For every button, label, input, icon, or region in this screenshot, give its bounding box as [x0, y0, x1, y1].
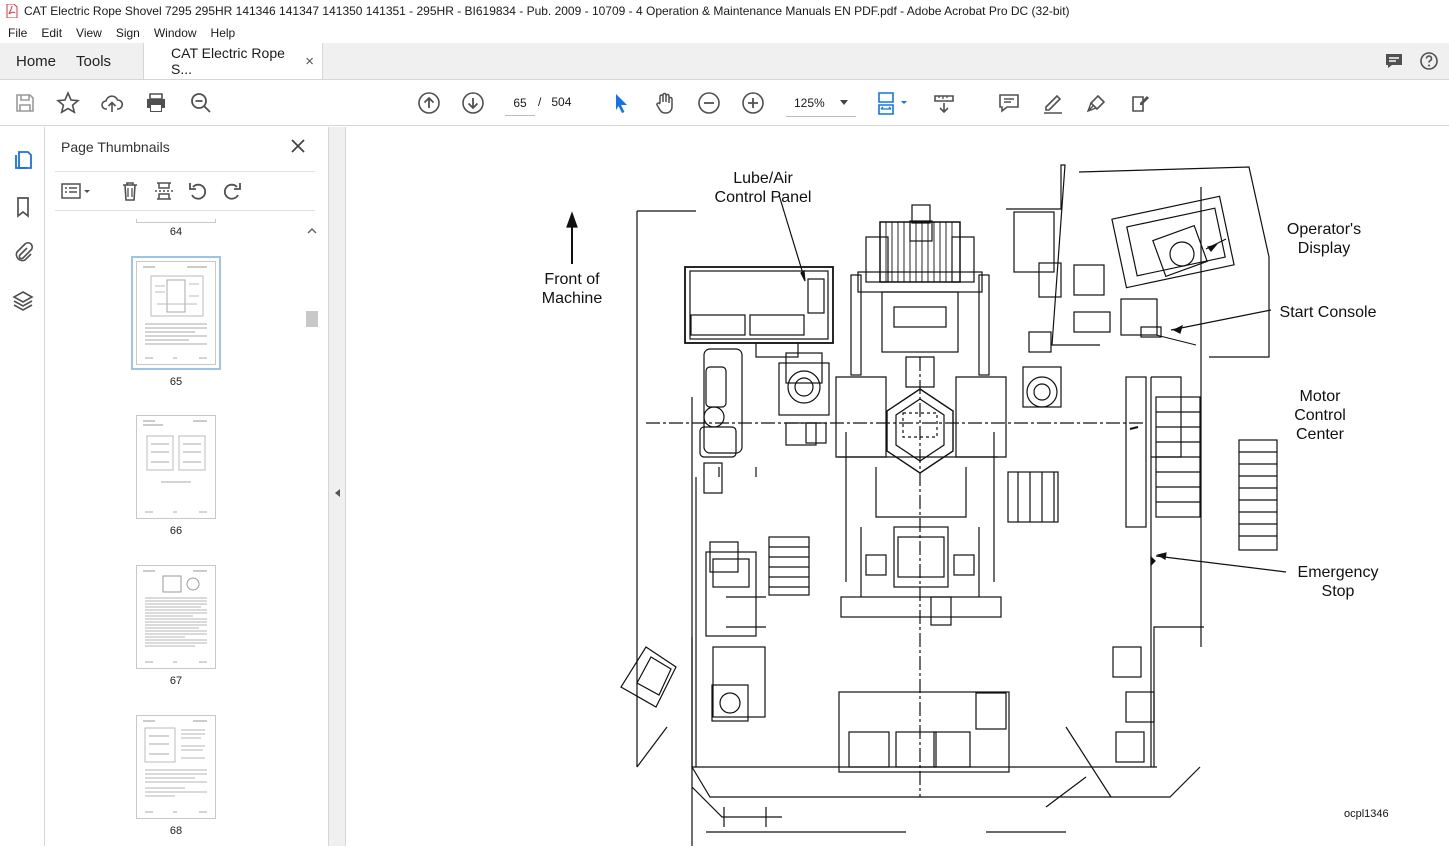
thumbnail-page-66[interactable]	[136, 415, 216, 519]
menu-edit[interactable]: Edit	[41, 26, 62, 40]
thumbnail-options-menu[interactable]	[59, 180, 93, 202]
document-view[interactable]: Lube/Air Control Panel Front of Machine …	[346, 127, 1449, 846]
zoom-out-icon[interactable]	[697, 91, 721, 115]
comment-bubble-icon[interactable]	[1383, 50, 1405, 72]
tab-bar: Home Tools CAT Electric Rope S... ×	[0, 43, 1449, 80]
thumbnail-label: 68	[169, 825, 183, 837]
rotate-left-icon[interactable]	[187, 180, 209, 202]
chevron-left-icon	[335, 489, 340, 497]
layers-icon[interactable]	[11, 289, 35, 313]
page-fit-icon[interactable]	[876, 91, 912, 115]
redact-edit-icon[interactable]	[1129, 91, 1153, 115]
main-toolbar	[0, 80, 1449, 126]
thumbnail-page-64[interactable]	[136, 219, 216, 223]
panel-title: Page Thumbnails	[61, 139, 170, 155]
attachments-paperclip-icon[interactable]	[11, 240, 35, 264]
label-operators-display: Operator's Display	[1286, 221, 1362, 257]
collapse-panel-handle[interactable]	[329, 127, 346, 846]
page-separator: /	[538, 95, 542, 109]
zoom-search-icon[interactable]	[189, 91, 213, 115]
comment-icon[interactable]	[997, 91, 1021, 115]
label-front-of-machine: Front of Machine	[541, 271, 603, 307]
page-thumbnails-icon[interactable]	[11, 148, 35, 172]
current-page-input[interactable]: 65	[505, 90, 535, 116]
label-motor-control-center: Motor Control Center	[1294, 388, 1346, 443]
close-panel-icon[interactable]	[289, 137, 307, 155]
zoom-value: 125%	[794, 95, 825, 110]
tab-document-label: CAT Electric Rope S...	[171, 45, 285, 77]
thumbnail-page-68[interactable]	[136, 715, 216, 819]
scroll-mode-icon[interactable]	[932, 91, 956, 115]
highlight-pen-icon[interactable]	[1041, 91, 1065, 115]
acrobat-pdf-icon	[6, 4, 18, 18]
thumbnail-scrollbar[interactable]	[303, 219, 321, 846]
tab-home[interactable]: Home	[0, 43, 72, 79]
hand-tool-icon[interactable]	[653, 91, 677, 115]
title-bar: CAT Electric Rope Shovel 7295 295HR 1413…	[0, 0, 1449, 22]
bookmarks-icon[interactable]	[11, 195, 35, 219]
total-pages: 504	[551, 95, 572, 109]
thumbnail-label: 65	[169, 376, 183, 388]
bookmark-star-icon[interactable]	[56, 91, 80, 115]
upload-cloud-icon[interactable]	[100, 91, 124, 115]
select-cursor-icon[interactable]	[609, 91, 633, 115]
print-icon[interactable]	[144, 91, 168, 115]
help-icon[interactable]	[1419, 51, 1439, 71]
label-emergency-stop: Emergency Stop	[1297, 564, 1379, 600]
sign-pen-icon[interactable]	[1085, 91, 1109, 115]
zoom-select[interactable]: 125%	[786, 89, 856, 117]
previous-page-icon[interactable]	[417, 91, 441, 115]
menu-help[interactable]: Help	[211, 26, 236, 40]
label-start-console: Start Console	[1279, 304, 1377, 321]
thumbnail-label: 67	[169, 675, 183, 687]
thumbnail-page-67[interactable]	[136, 565, 216, 669]
chevron-down-icon	[840, 100, 848, 105]
window-title: CAT Electric Rope Shovel 7295 295HR 1413…	[24, 4, 1070, 18]
tab-document[interactable]: CAT Electric Rope S... ×	[143, 43, 324, 79]
page-total: / 504	[538, 95, 571, 109]
thumbnail-tools	[55, 171, 315, 211]
zoom-in-icon[interactable]	[741, 91, 765, 115]
menu-file[interactable]: File	[8, 26, 27, 40]
label-lube-air-control-panel: Lube/Air Control Panel	[714, 170, 812, 206]
menu-view[interactable]: View	[76, 26, 102, 40]
menu-sign[interactable]: Sign	[116, 26, 140, 40]
delete-trash-icon[interactable]	[119, 180, 141, 202]
menu-bar: File Edit View Sign Window Help	[0, 22, 1449, 43]
thumbnail-page-65[interactable]	[131, 256, 221, 370]
next-page-icon[interactable]	[461, 91, 485, 115]
tabbar-right-icons	[1383, 43, 1449, 79]
figure-code: ocpl1346	[1344, 808, 1389, 820]
tab-close-icon[interactable]: ×	[305, 53, 314, 70]
page-thumbnails-panel: Page Thumbnails 64 65 66 67 68	[45, 127, 329, 846]
extract-pages-icon[interactable]	[153, 180, 175, 202]
tab-tools[interactable]: Tools	[72, 43, 127, 79]
navigation-rail	[0, 127, 45, 846]
save-icon[interactable]	[13, 91, 37, 115]
menu-window[interactable]: Window	[154, 26, 197, 40]
rotate-right-icon[interactable]	[221, 180, 243, 202]
thumbnail-label: 66	[169, 525, 183, 537]
thumbnail-list: 64 65 66 67 68	[45, 219, 305, 846]
thumbnail-label: 64	[169, 226, 183, 238]
